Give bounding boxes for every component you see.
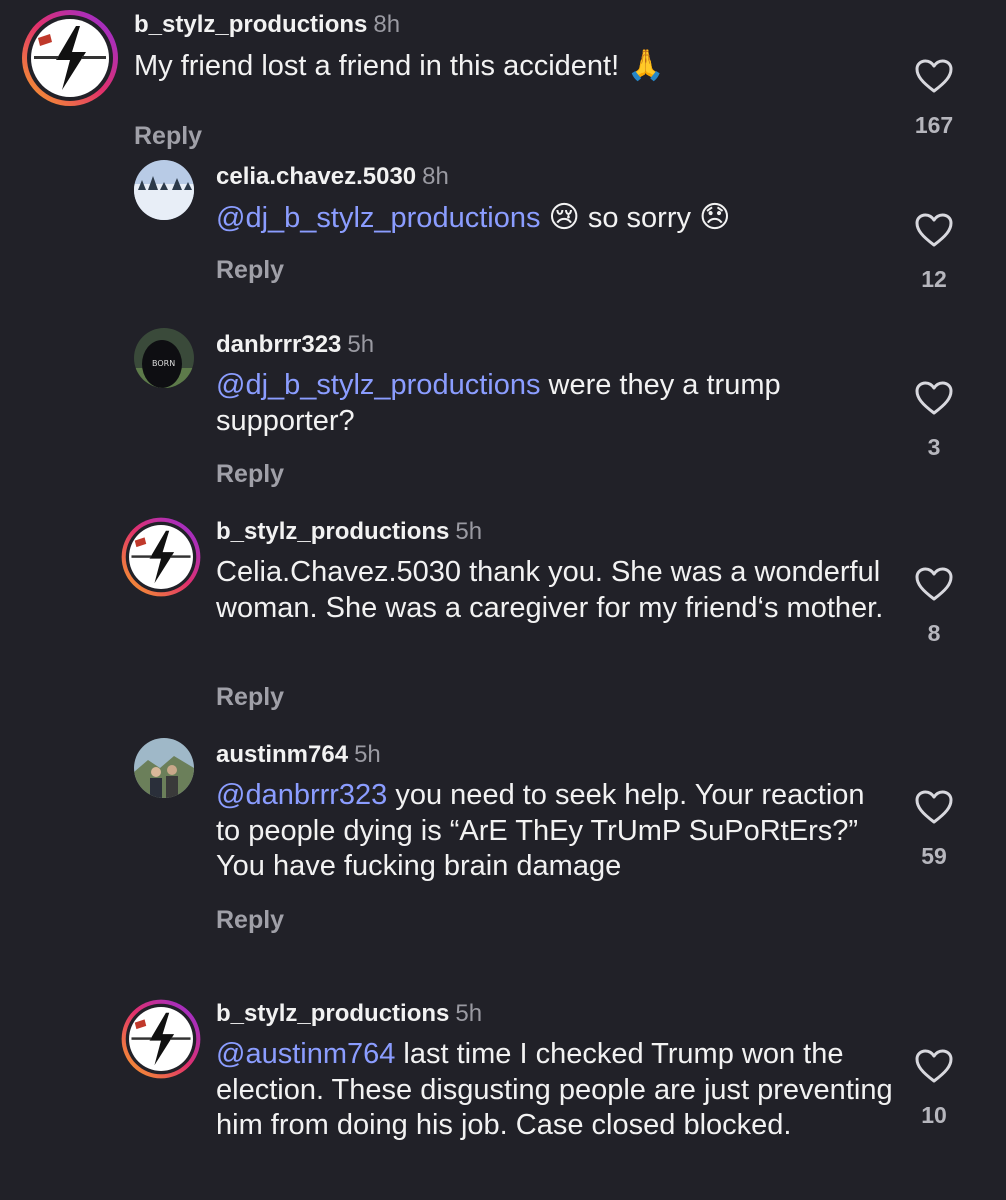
reply-button[interactable]: Reply: [216, 906, 284, 935]
username[interactable]: danbrrr323: [216, 331, 341, 358]
disappointed-face-emoji: 😞: [699, 200, 731, 235]
username[interactable]: b_stylz_productions: [216, 1000, 449, 1027]
lightning-logo-avatar-icon: [120, 998, 202, 1080]
mention-link[interactable]: @danbrrr323: [216, 779, 387, 811]
crying-face-emoji: 😢: [548, 200, 580, 235]
timestamp: 8h: [373, 11, 401, 38]
like-count: 167: [914, 112, 954, 138]
avatar[interactable]: [134, 738, 194, 798]
heart-outline-icon: [914, 1048, 954, 1084]
comment-meta: celia.chavez.5030 8h: [216, 162, 896, 192]
comment-meta: b_stylz_productions 5h: [216, 517, 896, 547]
timestamp: 5h: [347, 331, 375, 358]
heart-outline-icon: [914, 789, 954, 825]
avatar[interactable]: [120, 998, 202, 1080]
mention-link[interactable]: @dj_b_stylz_productions: [216, 369, 540, 401]
avatar[interactable]: BORN: [134, 328, 194, 388]
like-button[interactable]: 10: [904, 1048, 964, 1129]
like-count: 3: [927, 434, 941, 460]
like-count: 8: [927, 620, 941, 646]
heart-outline-icon: [914, 212, 954, 248]
like-count: 59: [921, 843, 947, 869]
two-people-outdoors-avatar-icon: [134, 738, 194, 798]
like-count: 12: [921, 266, 947, 292]
timestamp: 5h: [455, 518, 483, 545]
like-button[interactable]: 167: [904, 58, 964, 139]
username[interactable]: b_stylz_productions: [134, 11, 367, 38]
praying-hands-emoji: 🙏: [627, 48, 665, 83]
comment-text: @dj_b_stylz_productions 😢 so sorry 😞: [216, 200, 896, 237]
hooded-person-avatar-icon: BORN: [134, 328, 194, 388]
avatar[interactable]: [120, 516, 202, 598]
lightning-logo-avatar-icon: [120, 516, 202, 598]
comment-text: @danbrrr323 you need to seek help. Your …: [216, 778, 896, 885]
like-button[interactable]: 3: [904, 380, 964, 461]
timestamp: 8h: [422, 163, 449, 190]
like-button[interactable]: 12: [904, 212, 964, 293]
avatar[interactable]: [20, 8, 120, 108]
like-button[interactable]: 8: [904, 566, 964, 647]
comment-body: so sorry: [587, 202, 691, 234]
timestamp: 5h: [455, 1000, 483, 1027]
comment-meta: danbrrr323 5h: [216, 330, 896, 360]
comment-body: My friend lost a friend in this accident…: [134, 50, 620, 82]
username[interactable]: austinm764: [216, 741, 348, 768]
reply-button[interactable]: Reply: [216, 256, 284, 285]
heart-outline-icon: [914, 566, 954, 602]
heart-outline-icon: [914, 58, 954, 94]
svg-text:BORN: BORN: [152, 359, 175, 368]
timestamp: 5h: [354, 741, 381, 768]
reply-button[interactable]: Reply: [216, 460, 284, 489]
reply-button[interactable]: Reply: [134, 122, 202, 151]
avatar[interactable]: [134, 160, 194, 220]
comment-text: @dj_b_stylz_productions were they a trum…: [216, 368, 896, 439]
comment-text: @austinm764 last time I checked Trump wo…: [216, 1037, 896, 1144]
comment-text: Celia.Chavez.5030 thank you. She was a w…: [216, 555, 896, 626]
lightning-logo-avatar-icon: [20, 8, 120, 108]
username[interactable]: b_stylz_productions: [216, 518, 449, 545]
mention-link[interactable]: @austinm764: [216, 1038, 395, 1070]
like-count: 10: [921, 1102, 947, 1128]
reply-button[interactable]: Reply: [216, 683, 284, 712]
comment-text: My friend lost a friend in this accident…: [134, 48, 874, 85]
mention-link[interactable]: @dj_b_stylz_productions: [216, 202, 540, 234]
username[interactable]: celia.chavez.5030: [216, 163, 416, 190]
snowy-landscape-avatar-icon: [134, 160, 194, 220]
comment-meta: austinm764 5h: [216, 740, 896, 770]
like-button[interactable]: 59: [904, 789, 964, 870]
comment-meta: b_stylz_productions 8h: [134, 10, 874, 40]
heart-outline-icon: [914, 380, 954, 416]
comment-body: Celia.Chavez.5030 thank you. She was a w…: [216, 556, 884, 624]
comment-meta: b_stylz_productions 5h: [216, 999, 896, 1029]
